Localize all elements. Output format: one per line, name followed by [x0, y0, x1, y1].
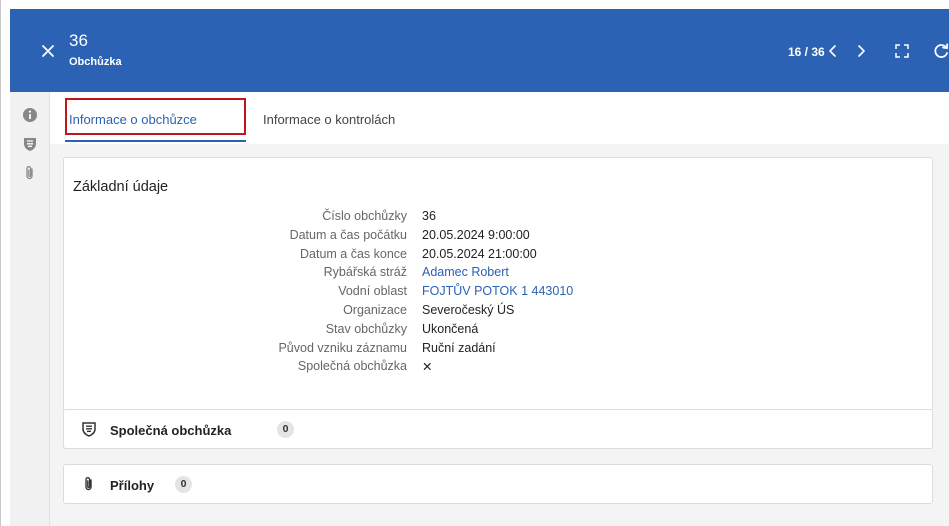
field-value: 20.05.2024 9:00:00: [422, 227, 530, 242]
field-label: Rybářská stráž: [323, 265, 407, 280]
field-row: Rybářská stráž Adamec Robert: [64, 265, 934, 284]
active-tab-indicator: [65, 140, 246, 142]
field-label: Vodní oblast: [338, 284, 407, 299]
tab-inspections-info[interactable]: Informace o kontrolách: [263, 112, 395, 127]
field-value: 36: [422, 209, 436, 223]
field-label: Původ vzniku záznamu: [278, 340, 407, 355]
refresh-icon[interactable]: [932, 42, 949, 60]
pager-indicator: 16 / 36: [788, 45, 825, 59]
section-label: Přílohy: [110, 478, 155, 493]
section-joint-patrol[interactable]: Společná obchůzka 0: [63, 409, 933, 449]
field-row: Původ vzniku záznamu Ruční zadání: [64, 341, 934, 360]
field-label: Číslo obchůzky: [322, 209, 407, 223]
side-rail: [10, 92, 50, 526]
field-label: Datum a čas počátku: [289, 227, 407, 242]
field-row: Společná obchůzka ✕: [64, 359, 934, 378]
app-frame: 36 Obchůzka 16 / 36 Informace o obchůzce…: [0, 0, 949, 526]
field-label: Stav obchůzky: [325, 321, 407, 336]
paperclip-icon[interactable]: [22, 165, 38, 181]
tab-bar: Informace o obchůzce Informace o kontrol…: [50, 92, 949, 144]
record-type: Obchůzka: [69, 56, 122, 68]
detail-header: 36 Obchůzka 16 / 36: [10, 9, 949, 92]
tab-highlight-box: [65, 98, 246, 135]
fullscreen-icon[interactable]: [894, 43, 910, 59]
field-row: Stav obchůzky Ukončená: [64, 322, 934, 341]
field-label: Datum a čas konce: [300, 246, 407, 261]
field-value: Ukončená: [422, 321, 479, 336]
chevron-left-icon[interactable]: [827, 44, 839, 58]
field-value: Ruční zadání: [422, 340, 496, 355]
false-x-icon: ✕: [422, 360, 433, 375]
basic-info-card: Základní údaje Číslo obchůzky 36 Datum a…: [63, 157, 933, 412]
field-row: Datum a čas konce 20.05.2024 21:00:00: [64, 247, 934, 266]
close-icon[interactable]: [40, 43, 56, 59]
field-row: Vodní oblast FOJTŮV POTOK 1 443010: [64, 284, 934, 303]
basic-info-title: Základní údaje: [73, 179, 169, 195]
paperclip-icon: [85, 477, 92, 491]
field-value: 20.05.2024 21:00:00: [422, 246, 537, 261]
section-label: Společná obchůzka: [110, 423, 232, 438]
count-badge: 0: [175, 476, 192, 493]
field-row: Datum a čas počátku 20.05.2024 9:00:00: [64, 228, 934, 247]
chevron-right-icon[interactable]: [855, 44, 867, 58]
shield-icon: [82, 422, 96, 437]
basic-info-fields: Číslo obchůzky 36 Datum a čas počátku 20…: [64, 209, 934, 378]
field-row: Organizace Severočeský ÚS: [64, 303, 934, 322]
count-badge: 0: [277, 421, 294, 438]
field-label: Společná obchůzka: [297, 359, 407, 374]
water-area-link[interactable]: FOJTŮV POTOK 1 443010: [422, 284, 573, 298]
info-icon[interactable]: [22, 107, 38, 123]
record-number: 36: [69, 31, 88, 50]
detail-content: Základní údaje Číslo obchůzky 36 Datum a…: [50, 144, 949, 526]
fishing-guard-link[interactable]: Adamec Robert: [422, 265, 509, 279]
field-row: Číslo obchůzky 36: [64, 209, 934, 228]
field-label: Organizace: [343, 302, 407, 317]
field-value: Severočeský ÚS: [422, 302, 515, 317]
shield-icon[interactable]: [22, 136, 38, 152]
section-attachments[interactable]: Přílohy 0: [63, 464, 933, 504]
